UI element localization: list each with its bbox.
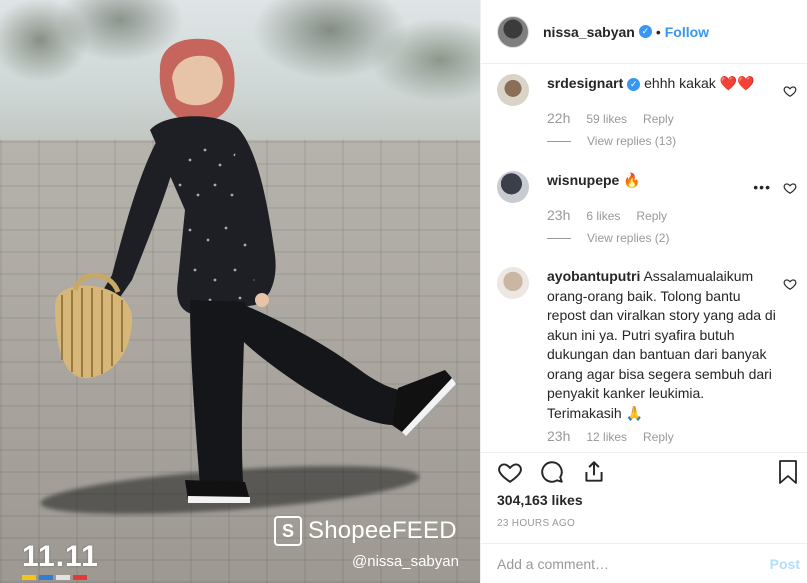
bookmark-icon[interactable] (776, 459, 800, 485)
comment-meta: 23h 12 likes Reply (547, 428, 674, 444)
view-replies-label: View replies (13) (587, 134, 677, 148)
comment-input[interactable] (497, 555, 770, 572)
comment-options-icon[interactable]: ••• (753, 179, 771, 195)
view-replies-label: View replies (2) (587, 231, 670, 245)
comment-time[interactable]: 22h (547, 110, 570, 126)
comment-like-heart-icon[interactable] (783, 277, 797, 291)
comment-text: ehhh kakak ❤️❤️ (644, 75, 755, 91)
commenter-username[interactable]: srdesignart (547, 75, 623, 91)
post-comment-button[interactable]: Post (770, 556, 800, 572)
post-header: nissa_sabyan ✓ • Follow (481, 0, 807, 64)
brand-text: ShopeeFEED (308, 517, 457, 544)
reply-button[interactable]: Reply (643, 112, 674, 126)
verified-badge-icon: ✓ (638, 25, 652, 38)
share-icon[interactable] (581, 459, 607, 485)
watermark-handle: @nissa_sabyan (352, 553, 459, 570)
commenter-avatar[interactable] (497, 171, 529, 203)
replies-line (547, 237, 571, 239)
comment-icon[interactable] (539, 459, 565, 485)
comment-item: ayobantuputri Assalamualaikum orang-oran… (497, 267, 797, 452)
comment-likes[interactable]: 12 likes (586, 430, 627, 444)
shopee-feed-watermark: S ShopeeFEED (274, 516, 457, 546)
comment-meta: 22h 59 likes Reply (547, 110, 674, 126)
post-actions: 304,163 likes 23 HOURS AGO (481, 452, 807, 529)
comment-like-heart-icon[interactable] (783, 84, 797, 98)
event-logo-color-dots (22, 575, 99, 580)
comment-likes[interactable]: 6 likes (586, 209, 620, 223)
verified-badge-icon: ✓ (627, 78, 641, 91)
event-logo-text: 11.11 (22, 540, 99, 573)
reply-button[interactable]: Reply (643, 430, 674, 444)
comment-time[interactable]: 23h (547, 428, 570, 444)
instagram-post: 11.11 S ShopeeFEED @nissa_sabyan nissa_s… (0, 0, 807, 583)
post-photo[interactable]: 11.11 S ShopeeFEED @nissa_sabyan (0, 0, 480, 583)
commenter-username[interactable]: ayobantuputri (547, 268, 640, 284)
comment-body: srdesignart ✓ ehhh kakak ❤️❤️ (547, 74, 779, 92)
post-sidebar: nissa_sabyan ✓ • Follow srdesignart ✓ ehh… (480, 0, 807, 583)
comment-text: Assalamualaikum orang-orang baik. Tolong… (547, 268, 776, 421)
comment-body: wisnupepe 🔥 (547, 171, 779, 189)
comment-time[interactable]: 23h (547, 207, 570, 223)
comment-like-heart-icon[interactable] (783, 181, 797, 195)
commenter-avatar[interactable] (497, 74, 529, 106)
commenter-avatar[interactable] (497, 267, 529, 299)
view-replies-button[interactable]: View replies (13) (547, 134, 676, 148)
post-timestamp[interactable]: 23 HOURS AGO (497, 518, 575, 529)
comments-list[interactable]: srdesignart ✓ ehhh kakak ❤️❤️ 22h 59 like… (481, 64, 807, 452)
follow-button[interactable]: Follow (665, 24, 709, 40)
comment-item: srdesignart ✓ ehhh kakak ❤️❤️ 22h 59 like… (497, 74, 797, 154)
reply-button[interactable]: Reply (636, 209, 667, 223)
comment-item: wisnupepe 🔥 ••• 23h 6 likes Reply View r… (497, 171, 797, 251)
shopee-bag-icon: S (274, 516, 302, 546)
heart-icon[interactable] (497, 459, 523, 485)
add-comment-bar: Post (481, 543, 807, 583)
replies-line (547, 140, 571, 142)
header-separator: • (655, 23, 661, 40)
author-avatar[interactable] (497, 15, 529, 48)
comment-meta: 23h 6 likes Reply (547, 207, 667, 223)
photo-woman-figure (55, 38, 456, 503)
author-username[interactable]: nissa_sabyan (543, 24, 635, 40)
commenter-username[interactable]: wisnupepe (547, 172, 619, 188)
comment-likes[interactable]: 59 likes (586, 112, 627, 126)
action-icons (497, 459, 607, 485)
comment-text: 🔥 (623, 172, 641, 188)
likes-count[interactable]: 304,163 likes (497, 492, 583, 508)
comment-body: ayobantuputri Assalamualaikum orang-oran… (547, 267, 779, 423)
event-logo-1111: 11.11 (22, 540, 99, 580)
view-replies-button[interactable]: View replies (2) (547, 231, 669, 245)
